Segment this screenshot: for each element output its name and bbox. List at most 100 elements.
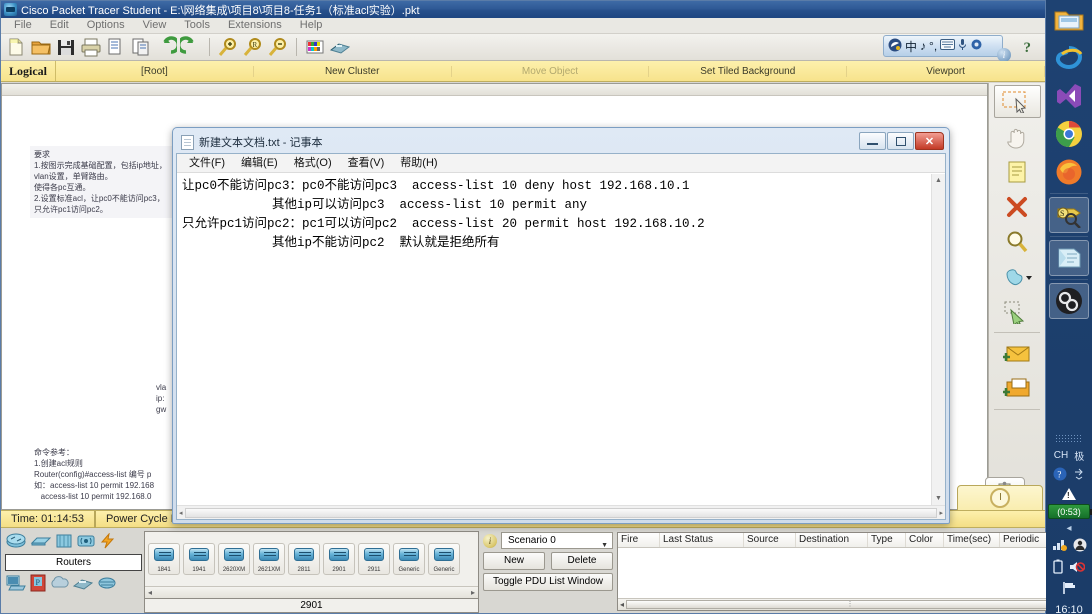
device-model-2811[interactable]: 2811 <box>288 543 320 575</box>
hubs-category-icon[interactable] <box>55 533 73 552</box>
ime-extra-indicator[interactable]: 极 <box>1074 448 1084 463</box>
scrollbar-thumb[interactable]: ⋮ <box>626 600 1074 609</box>
close-button[interactable]: ✕ <box>915 132 944 150</box>
menu-help[interactable]: Help <box>291 18 332 33</box>
scenario-select[interactable]: Scenario 0 ▼ <box>501 532 613 549</box>
pdu-col-type[interactable]: Type <box>868 533 906 547</box>
info-icon[interactable]: i <box>483 533 497 548</box>
copy-icon[interactable] <box>105 36 127 58</box>
device-model-2911[interactable]: 2911 <box>358 543 390 575</box>
device-model-1841[interactable]: 1841 <box>148 543 180 575</box>
paste-icon[interactable] <box>130 36 152 58</box>
draw-shape-icon[interactable] <box>994 260 1041 293</box>
new-scenario-button[interactable]: New <box>483 552 545 570</box>
routers-category-icon[interactable] <box>5 533 27 552</box>
place-note-icon[interactable] <box>994 155 1041 188</box>
add-complex-pdu-icon[interactable] <box>994 372 1041 405</box>
menu-view[interactable]: View <box>134 18 176 33</box>
scroll-left-arrow-icon[interactable]: ◂ <box>620 600 624 609</box>
new-cluster-button[interactable]: New Cluster <box>254 65 452 77</box>
pdu-list-scrollbar[interactable]: ◂ ⋮ ▸ <box>618 598 1082 610</box>
inspect-magnifier-icon[interactable] <box>994 225 1041 258</box>
device-model-scrollbar[interactable]: ◂ ▸ <box>145 586 478 598</box>
delete-tool-icon[interactable] <box>994 190 1041 223</box>
maximize-button[interactable] <box>887 132 914 150</box>
custom-devices-icon[interactable] <box>329 36 351 58</box>
help-info-icon[interactable]: i <box>997 48 1011 62</box>
select-tool-icon[interactable] <box>993 85 1041 118</box>
pdu-col-periodic[interactable]: Periodic <box>1000 533 1052 547</box>
notepad-vertical-scrollbar[interactable]: ▲ ▼ <box>931 174 945 505</box>
pdu-list-body[interactable] <box>618 548 1082 598</box>
redo-icon[interactable] <box>176 36 202 58</box>
device-model-1941[interactable]: 1941 <box>183 543 215 575</box>
move-layout-hand-icon[interactable] <box>994 120 1041 153</box>
menu-options[interactable]: Options <box>78 18 134 33</box>
obs-studio-icon[interactable] <box>1049 283 1089 319</box>
device-model-2620xm[interactable]: 2620XM <box>218 543 250 575</box>
pdu-col-source[interactable]: Source <box>744 533 796 547</box>
security-category-icon[interactable]: P <box>30 574 46 595</box>
zoom-in-icon[interactable] <box>217 36 239 58</box>
notepad-menu-file[interactable]: 文件(F) <box>181 154 233 172</box>
device-model-generic-2[interactable]: Generic <box>428 543 460 575</box>
notepad-menu-view[interactable]: 查看(V) <box>340 154 393 172</box>
notepad-text-area[interactable]: 让pc0不能访问pc3：pc0不能访问pc3 access-list 10 de… <box>178 174 931 505</box>
toggle-pdu-list-window-button[interactable]: Toggle PDU List Window <box>483 573 613 591</box>
microphone-icon[interactable] <box>958 38 967 54</box>
scroll-up-arrow-icon[interactable]: ▲ <box>932 174 945 187</box>
notepad-menu-format[interactable]: 格式(O) <box>286 154 340 172</box>
undo-icon[interactable] <box>155 36 181 58</box>
scroll-down-arrow-icon[interactable]: ▼ <box>932 492 945 505</box>
switches-category-icon[interactable] <box>30 533 52 552</box>
keyboard-icon[interactable] <box>940 39 956 53</box>
device-model-2621xm[interactable]: 2621XM <box>253 543 285 575</box>
set-tiled-background-button[interactable]: Set Tiled Background <box>649 65 848 77</box>
device-model-2901[interactable]: 2901 <box>323 543 355 575</box>
connections-category-icon[interactable] <box>99 531 117 552</box>
tray-drag-handle[interactable] <box>1055 434 1083 444</box>
ime-language-indicator[interactable]: CH <box>1054 450 1068 461</box>
action-center-flag-icon[interactable] <box>1061 581 1077 598</box>
workspace-top-scrollbar[interactable] <box>2 84 987 96</box>
ime-toolbar[interactable]: 中 ♪ °, <box>883 35 1003 57</box>
wireless-devices-category-icon[interactable] <box>76 533 96 552</box>
battery-status-indicator[interactable]: (0:53) <box>1048 504 1092 519</box>
help-icon[interactable]: ? <box>1053 467 1067 484</box>
file-explorer-icon[interactable] <box>1049 2 1089 38</box>
internet-explorer-icon[interactable] <box>1049 40 1089 76</box>
system-clock[interactable]: 16:10 <box>1046 604 1092 614</box>
ime-language-label[interactable]: 中 <box>905 38 917 55</box>
scroll-left-arrow-icon[interactable]: ◂ <box>179 509 183 517</box>
end-devices-category-icon[interactable] <box>5 574 27 595</box>
visual-studio-icon[interactable] <box>1049 78 1089 114</box>
zoom-out-icon[interactable] <box>267 36 289 58</box>
new-file-icon[interactable] <box>5 36 27 58</box>
ime-mode-icon[interactable]: ♪ <box>920 39 926 53</box>
warning-icon[interactable] <box>1062 488 1076 500</box>
print-icon[interactable] <box>80 36 102 58</box>
scroll-right-arrow-icon[interactable]: ▸ <box>471 588 475 597</box>
pdu-col-color[interactable]: Color <box>906 533 944 547</box>
viewport-button[interactable]: Viewport <box>847 65 1045 77</box>
device-model-generic-1[interactable]: Generic <box>393 543 425 575</box>
scroll-left-arrow-icon[interactable]: ◂ <box>148 588 152 597</box>
help-question-icon[interactable]: ? <box>1024 40 1032 57</box>
network-icon[interactable] <box>1052 539 1067 555</box>
volume-muted-icon[interactable] <box>1069 560 1086 577</box>
battery-icon[interactable] <box>1053 559 1063 577</box>
ime-punctuation-icon[interactable]: °, <box>929 39 937 53</box>
notepad-horizontal-scrollbar[interactable]: ◂ ▸ <box>177 505 945 519</box>
palette-icon[interactable] <box>304 36 326 58</box>
gear-icon[interactable] <box>970 38 983 54</box>
open-file-icon[interactable] <box>30 36 52 58</box>
menu-edit[interactable]: Edit <box>41 18 78 33</box>
scroll-right-arrow-icon[interactable]: ▸ <box>939 509 943 517</box>
pdu-col-destination[interactable]: Destination <box>796 533 868 547</box>
pdu-col-fire[interactable]: Fire <box>618 533 660 547</box>
menu-file[interactable]: File <box>5 18 41 33</box>
multiuser-connection-icon[interactable] <box>97 576 117 593</box>
menu-tools[interactable]: Tools <box>175 18 219 33</box>
resize-shape-icon[interactable] <box>994 295 1041 328</box>
notepad-icon[interactable] <box>1049 240 1089 276</box>
